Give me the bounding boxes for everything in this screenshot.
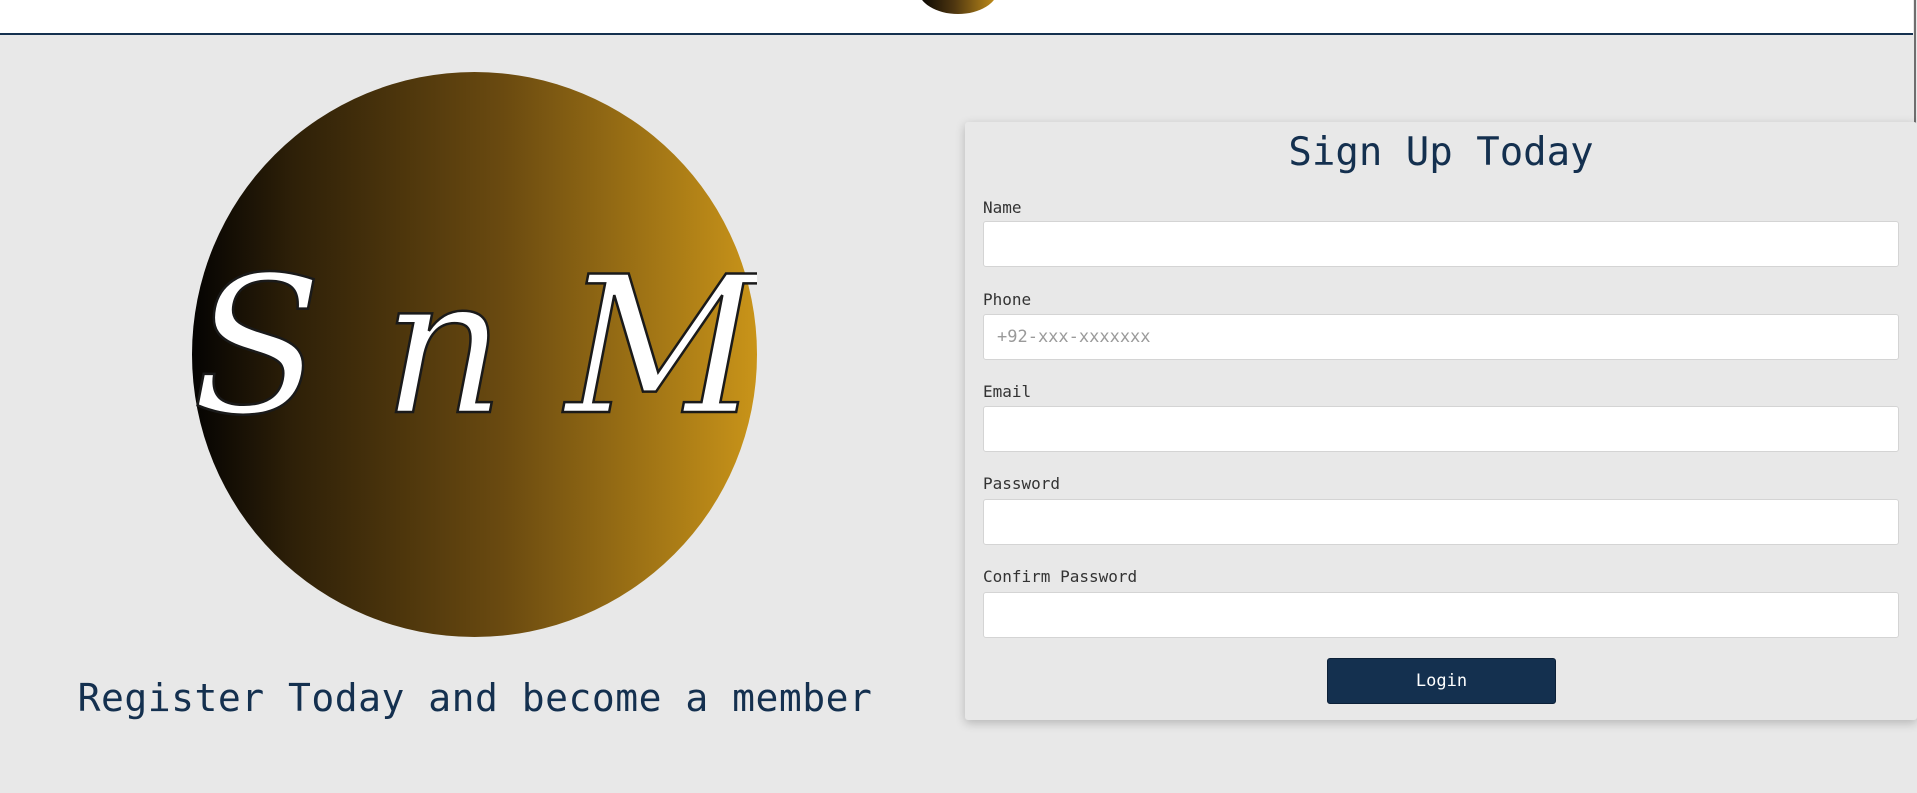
- email-label: Email: [983, 382, 1032, 401]
- snm-logo-icon[interactable]: [918, 0, 998, 14]
- email-field[interactable]: [983, 406, 1899, 452]
- phone-label: Phone: [983, 290, 1032, 309]
- tagline: Register Today and become a member: [77, 676, 873, 720]
- login-button[interactable]: Login: [1327, 658, 1556, 704]
- password-label: Password: [983, 474, 1061, 493]
- top-navbar: [0, 0, 1917, 35]
- form-title: Sign Up Today: [1288, 130, 1594, 175]
- confirm-password-label: Confirm Password: [983, 567, 1138, 586]
- password-field[interactable]: [983, 499, 1899, 545]
- signup-card: Sign Up Today Name Phone Email Password …: [965, 122, 1917, 720]
- name-field[interactable]: [983, 221, 1899, 267]
- confirm-password-field[interactable]: [983, 592, 1899, 638]
- snm-logo-graphic: S n M: [192, 235, 757, 459]
- phone-field[interactable]: [983, 314, 1899, 360]
- name-label: Name: [983, 198, 1022, 217]
- snm-logo-text: S n M: [192, 236, 757, 457]
- snm-logo-icon: S n M: [192, 72, 757, 637]
